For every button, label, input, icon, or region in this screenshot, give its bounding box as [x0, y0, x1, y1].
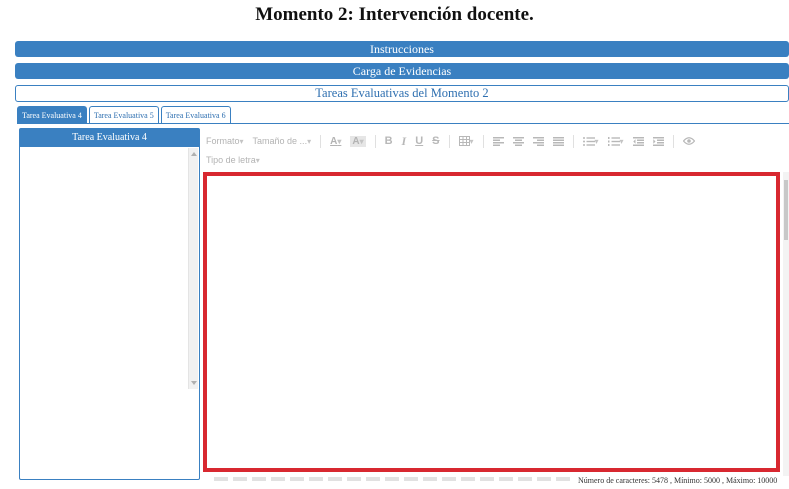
editor-scrollbar-thumb[interactable]	[784, 180, 788, 240]
task-panel-scrollbar[interactable]	[188, 148, 198, 389]
task-description-panel: Tarea Evaluativa 4	[19, 128, 200, 480]
outdent-icon[interactable]	[632, 136, 644, 146]
editor-toolbar: Formato Tamaño de ... A A B I U S	[206, 130, 789, 170]
bullet-list-icon[interactable]	[582, 136, 599, 146]
align-justify-icon[interactable]	[552, 136, 564, 146]
format-dropdown[interactable]: Formato	[206, 136, 244, 146]
scroll-up-icon[interactable]	[191, 152, 197, 156]
instructions-button[interactable]: Instrucciones	[15, 41, 789, 57]
preview-eye-icon[interactable]	[682, 137, 695, 145]
page-title: Momento 2: Intervención docente.	[255, 4, 534, 25]
font-type-dropdown[interactable]: Tipo de letra	[206, 155, 260, 165]
underline-button[interactable]: U	[415, 135, 423, 147]
align-left-icon[interactable]	[492, 136, 504, 146]
task-tabs: Tarea Evaluativa 4 Tarea Evaluativa 5 Ta…	[17, 106, 231, 124]
character-count: Número de caracteres: 5478 , Mínimo: 500…	[578, 476, 778, 485]
task-panel-header: Tarea Evaluativa 4	[20, 129, 199, 147]
numbered-list-icon[interactable]	[607, 136, 624, 146]
highlight-color-icon[interactable]: A	[350, 135, 366, 147]
tabs-divider	[17, 123, 789, 124]
evidence-text-editor[interactable]	[203, 172, 780, 472]
table-icon[interactable]	[458, 136, 474, 146]
font-size-dropdown[interactable]: Tamaño de ...	[253, 136, 312, 146]
editor-hint-text	[214, 477, 574, 481]
tab-tarea-evaluativa-5[interactable]: Tarea Evaluativa 5	[88, 106, 159, 124]
text-color-icon[interactable]: A	[330, 136, 341, 147]
scroll-down-icon[interactable]	[191, 381, 197, 385]
strikethrough-button[interactable]: S	[432, 135, 439, 147]
editor-scrollbar[interactable]	[783, 172, 789, 476]
tasks-section-header[interactable]: Tareas Evaluativas del Momento 2	[15, 85, 789, 102]
tab-tarea-evaluativa-4[interactable]: Tarea Evaluativa 4	[17, 106, 87, 124]
align-right-icon[interactable]	[532, 136, 544, 146]
align-center-icon[interactable]	[512, 136, 524, 146]
evidence-upload-button[interactable]: Carga de Evidencias	[15, 63, 789, 79]
indent-icon[interactable]	[652, 136, 664, 146]
italic-button[interactable]: I	[402, 134, 407, 149]
tab-tarea-evaluativa-6[interactable]: Tarea Evaluativa 6	[160, 106, 231, 124]
bold-button[interactable]: B	[385, 135, 393, 147]
